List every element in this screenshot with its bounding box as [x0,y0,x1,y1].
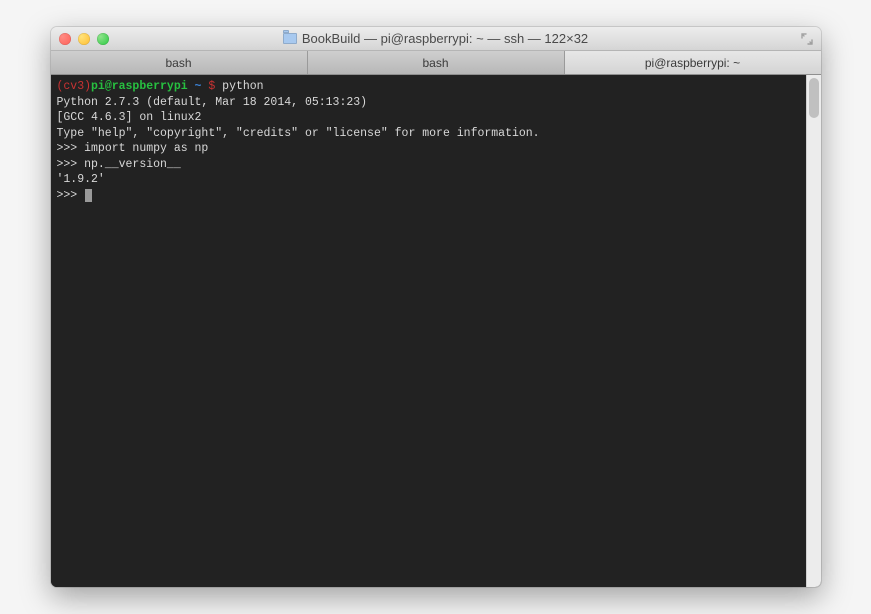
repl-input: np.__version__ [84,158,181,171]
folder-icon [283,33,297,44]
userhost-label: pi@raspberrypi [91,80,188,93]
tab-label: bash [165,56,191,70]
output-line: Type "help", "copyright", "credits" or "… [57,127,540,140]
minimize-icon[interactable] [78,33,90,45]
tab-bar: bash bash pi@raspberrypi: ~ [51,51,821,75]
output-line: [GCC 4.6.3] on linux2 [57,111,202,124]
fullscreen-icon[interactable] [801,33,813,45]
tab-bash-1[interactable]: bash [51,51,308,74]
command-text: python [222,80,263,93]
path-label: ~ [188,80,209,93]
close-icon[interactable] [59,33,71,45]
tab-label: bash [422,56,448,70]
terminal-window: BookBuild — pi@raspberrypi: ~ — ssh — 12… [51,27,821,587]
venv-label: (cv3) [57,80,92,93]
tab-ssh[interactable]: pi@raspberrypi: ~ [565,51,821,74]
repl-output: '1.9.2' [57,173,105,186]
repl-prompt: >>> [57,189,85,202]
cursor-icon [85,189,92,202]
output-line: Python 2.7.3 (default, Mar 18 2014, 05:1… [57,96,368,109]
tab-label: pi@raspberrypi: ~ [645,56,740,70]
repl-prompt: >>> [57,158,85,171]
titlebar[interactable]: BookBuild — pi@raspberrypi: ~ — ssh — 12… [51,27,821,51]
repl-input: import numpy as np [84,142,208,155]
window-controls [59,33,109,45]
scrollbar[interactable] [806,75,821,587]
terminal-area: (cv3)pi@raspberrypi ~ $ python Python 2.… [51,75,821,587]
repl-prompt: >>> [57,142,85,155]
window-title: BookBuild — pi@raspberrypi: ~ — ssh — 12… [302,31,588,46]
tab-bash-2[interactable]: bash [308,51,565,74]
zoom-icon[interactable] [97,33,109,45]
prompt-dollar: $ [208,80,222,93]
terminal[interactable]: (cv3)pi@raspberrypi ~ $ python Python 2.… [51,75,806,587]
window-title-wrap: BookBuild — pi@raspberrypi: ~ — ssh — 12… [51,31,821,46]
scrollbar-thumb[interactable] [809,78,819,118]
